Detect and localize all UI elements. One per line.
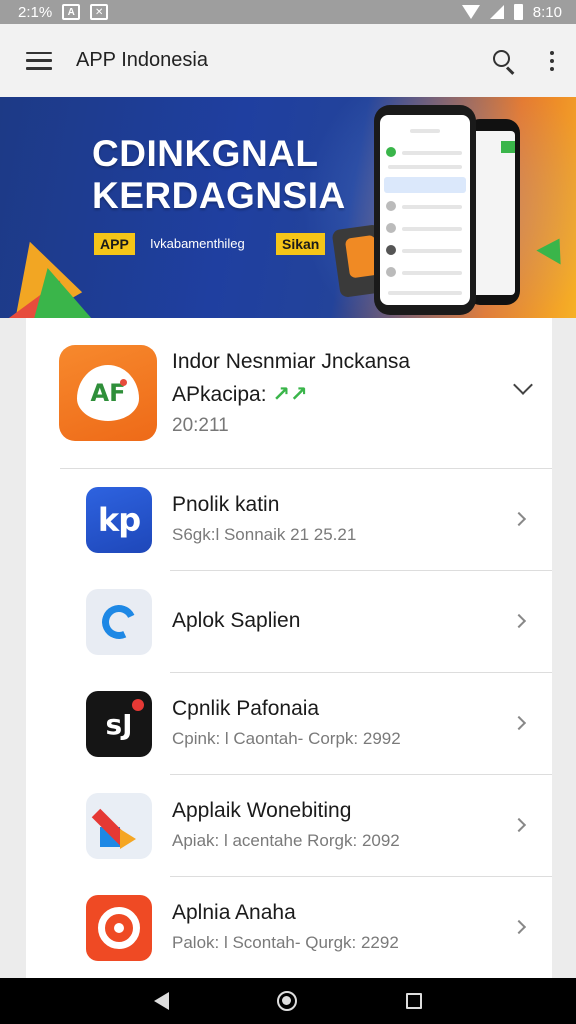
chevron-right-icon xyxy=(511,715,527,731)
list-item[interactable]: sJ Cpnlik Pafonaia Cpink: l Caontah- Cor… xyxy=(26,673,552,775)
battery-icon xyxy=(513,4,523,20)
chevron-right-icon xyxy=(511,511,527,527)
featured-app-title: Indor Nesnmiar Jnckansa xyxy=(172,350,411,373)
signal-icon xyxy=(489,5,504,19)
banner-tag-app: APP xyxy=(94,233,135,255)
app-bar: APP Indonesia xyxy=(0,24,576,97)
banner-tag-right: Sikan xyxy=(276,233,326,255)
menu-icon[interactable] xyxy=(26,51,52,70)
chevron-right-icon xyxy=(511,613,527,629)
app-list: kp Pnolik katin S6gk:l Sonnaik 21 25.21 … xyxy=(26,469,552,979)
list-item[interactable]: Aplok Saplien xyxy=(26,571,552,673)
target-app-icon xyxy=(86,895,152,961)
banner-headline-1: CDINKGNAL xyxy=(92,133,319,174)
banner-tagline: Ivkabamenthileg xyxy=(150,236,245,251)
c-app-icon xyxy=(86,589,152,655)
featured-app-icon: AF xyxy=(59,345,157,441)
system-nav-bar xyxy=(0,978,576,1024)
search-icon[interactable] xyxy=(484,41,524,81)
more-vert-icon[interactable] xyxy=(542,41,562,81)
status-time: 8:10 xyxy=(532,3,562,21)
banner-headline-2: KERDAGNSIA xyxy=(92,175,346,216)
kite-graphic-green xyxy=(27,264,93,318)
phone-mockup xyxy=(374,105,476,315)
list-item-meta: Palok: l Scontah- Qurgk: 2292 xyxy=(172,933,399,952)
list-item[interactable]: kp Pnolik katin S6gk:l Sonnaik 21 25.21 xyxy=(26,469,552,571)
list-item-name: Aplok Saplien xyxy=(172,609,301,632)
status-bar: 2:1% A ✕ 8:10 xyxy=(0,0,576,24)
status-right: 8:10 xyxy=(461,3,562,21)
pen-app-icon xyxy=(86,793,152,859)
list-item-meta: S6gk:l Sonnaik 21 25.21 xyxy=(172,525,357,544)
kp-app-icon: kp xyxy=(86,487,152,553)
accent-arrows-icon: ↗↗ xyxy=(272,383,308,406)
list-item-name: Pnolik katin xyxy=(172,493,280,516)
chevron-down-icon[interactable] xyxy=(513,375,533,395)
list-item-name: Cpnlik Pafonaia xyxy=(172,697,320,720)
chevron-right-icon xyxy=(511,919,527,935)
list-item-meta: Cpink: l Caontah- Corpk: 2992 xyxy=(172,729,401,748)
image-notification-icon: ✕ xyxy=(90,4,109,20)
wifi-icon xyxy=(461,5,480,19)
back-icon[interactable] xyxy=(154,992,170,1010)
featured-app-meta: 20:211 xyxy=(172,415,229,436)
status-left-text: 2:1% xyxy=(18,3,53,21)
af-badge-icon: AF xyxy=(77,365,139,421)
home-icon[interactable] xyxy=(277,991,298,1011)
list-item-name: Applaik Wonebiting xyxy=(172,799,352,822)
sj-app-icon: sJ xyxy=(86,691,152,757)
app-title: APP Indonesia xyxy=(76,49,208,71)
featured-app[interactable]: AF Indor Nesnmiar Jnckansa APkacipa: ↗↗ … xyxy=(26,318,552,468)
list-item-name: Aplnia Anaha xyxy=(172,901,296,924)
app-list-card: AF Indor Nesnmiar Jnckansa APkacipa: ↗↗ … xyxy=(26,318,552,978)
featured-app-subtitle: APkacipa: ↗↗ xyxy=(172,383,308,406)
chevron-right-icon xyxy=(511,817,527,833)
status-left: 2:1% A ✕ xyxy=(18,3,109,21)
list-item[interactable]: Aplnia Anaha Palok: l Scontah- Qurgk: 22… xyxy=(26,877,552,979)
notification-icon: A xyxy=(62,4,81,20)
promo-banner[interactable]: CDINKGNAL KERDAGNSIA APP Ivkabamenthileg… xyxy=(0,97,576,318)
recent-apps-icon[interactable] xyxy=(405,993,422,1009)
list-item-meta: Apiak: l acentahe Rorgk: 2092 xyxy=(172,831,400,850)
list-item[interactable]: Applaik Wonebiting Apiak: l acentahe Ror… xyxy=(26,775,552,877)
